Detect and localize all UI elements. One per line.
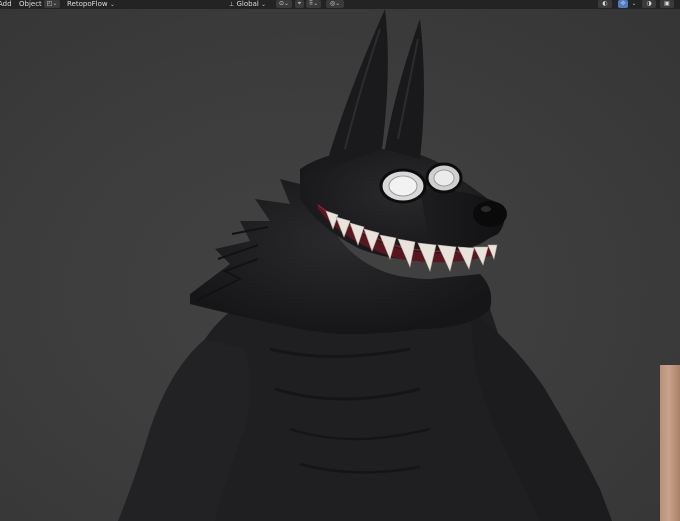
gizmo-toggle[interactable]: ✢: [618, 0, 628, 8]
retopoflow-label: RetopoFlow: [67, 0, 108, 8]
snap-toggle[interactable]: ⌖: [295, 0, 304, 8]
object-menu[interactable]: Object: [19, 0, 42, 9]
xray-icon: ▣: [664, 0, 670, 7]
overlay-icon: ◑: [646, 0, 652, 7]
chevron-down-icon: ⌄: [52, 0, 58, 7]
chevron-down-icon: ⌄: [109, 1, 115, 8]
visibility-icon: ◐: [602, 0, 608, 7]
chevron-down-icon: ⌄: [261, 1, 267, 8]
chevron-down-icon: ⌄: [335, 0, 341, 7]
gizmo-dropdown[interactable]: ⌄: [631, 0, 637, 8]
orientation-label: Global: [236, 0, 259, 8]
werewolf-model: [118, 9, 612, 521]
xray-button[interactable]: ▣: [660, 0, 674, 8]
nose: [473, 201, 507, 227]
background-object: [660, 365, 680, 521]
editor-type-button[interactable]: ◰⌄: [44, 0, 60, 8]
retopoflow-menu[interactable]: RetopoFlow ⌄: [67, 0, 115, 9]
visibility-button[interactable]: ◐: [598, 0, 612, 8]
proportional-edit-button[interactable]: ◎⌄: [326, 0, 344, 8]
chevron-down-icon: ⌄: [313, 0, 319, 7]
chevron-down-icon: ⌄: [284, 0, 290, 7]
3d-viewport[interactable]: [0, 9, 680, 521]
chevron-down-icon: ⌄: [631, 0, 637, 7]
transform-orientation-dropdown[interactable]: ⊥ Global ⌄: [229, 0, 266, 9]
gizmo-icon: ✢: [620, 0, 626, 7]
viewport-header: Add Object ◰⌄ RetopoFlow ⌄ ⊥ Global ⌄ ⊙⌄…: [0, 0, 680, 9]
overlay-button[interactable]: ◑: [642, 0, 656, 8]
pivot-point-button[interactable]: ⊙⌄: [276, 0, 292, 8]
snap-target-button[interactable]: ⠿⌄: [306, 0, 321, 8]
add-menu[interactable]: Add: [0, 0, 12, 9]
orientation-icon: ⊥: [229, 1, 235, 8]
snap-icon: ⌖: [297, 0, 302, 7]
